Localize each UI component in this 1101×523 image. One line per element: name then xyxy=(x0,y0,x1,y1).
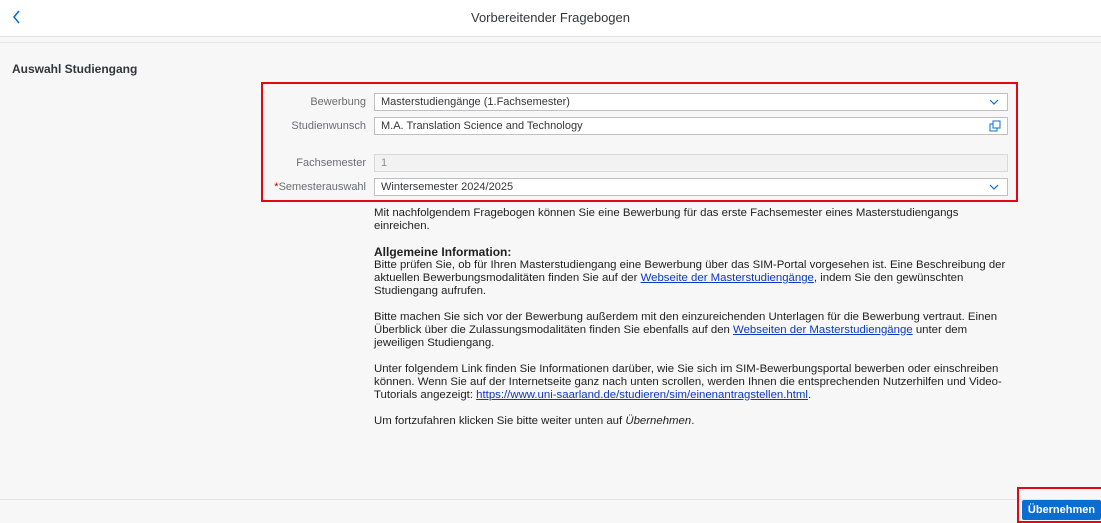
help-paragraph: Unter folgendem Link finden Sie Informat… xyxy=(374,363,1002,401)
semesterauswahl-select[interactable]: Wintersemester 2024/2025 xyxy=(374,178,1008,196)
bewerbung-value: Masterstudiengänge (1.Fachsemester) xyxy=(381,96,570,108)
link-antrag-stellen[interactable]: https://www.uni-saarland.de/studieren/si… xyxy=(476,389,808,401)
link-masterstudiengaenge[interactable]: Webseite der Masterstudiengänge xyxy=(641,272,814,284)
chevron-down-icon[interactable] xyxy=(989,94,999,110)
section-title: Auswahl Studiengang xyxy=(12,62,138,76)
description-text: Mit nachfolgendem Fragebogen können Sie … xyxy=(374,207,1010,441)
studienwunsch-field[interactable]: M.A. Translation Science and Technology xyxy=(374,117,1008,135)
fachsemester-label: Fachsemester xyxy=(296,157,366,169)
bewerbung-select[interactable]: Masterstudiengänge (1.Fachsemester) xyxy=(374,93,1008,111)
studienwunsch-value: M.A. Translation Science and Technology xyxy=(381,120,583,132)
header-bar: Vorbereitender Fragebogen xyxy=(0,0,1101,37)
link-webseiten-masterstudiengaenge[interactable]: Webseiten der Masterstudiengänge xyxy=(733,324,913,336)
value-help-icon[interactable] xyxy=(989,120,1001,132)
studienwunsch-label: Studienwunsch xyxy=(291,120,366,132)
fachsemester-field: 1 xyxy=(374,154,1008,172)
semesterauswahl-label: *Semesterauswahl xyxy=(274,181,366,193)
bewerbung-label: Bewerbung xyxy=(310,96,366,108)
info-heading: Allgemeine Information: xyxy=(374,245,512,259)
page-title: Vorbereitender Fragebogen xyxy=(470,10,630,25)
info-paragraph: Allgemeine Information: Bitte prüfen Sie,… xyxy=(374,246,1010,298)
uebernehmen-button[interactable]: Übernehmen xyxy=(1022,500,1101,520)
documents-paragraph: Bitte machen Sie sich vor der Bewerbung … xyxy=(374,311,998,349)
intro-paragraph: Mit nachfolgendem Fragebogen können Sie … xyxy=(374,207,959,232)
fachsemester-value: 1 xyxy=(381,157,388,169)
chevron-down-icon[interactable] xyxy=(989,179,999,195)
semesterauswahl-value: Wintersemester 2024/2025 xyxy=(381,181,514,193)
continue-paragraph: Um fortzufahren klicken Sie bitte weiter… xyxy=(374,415,695,427)
